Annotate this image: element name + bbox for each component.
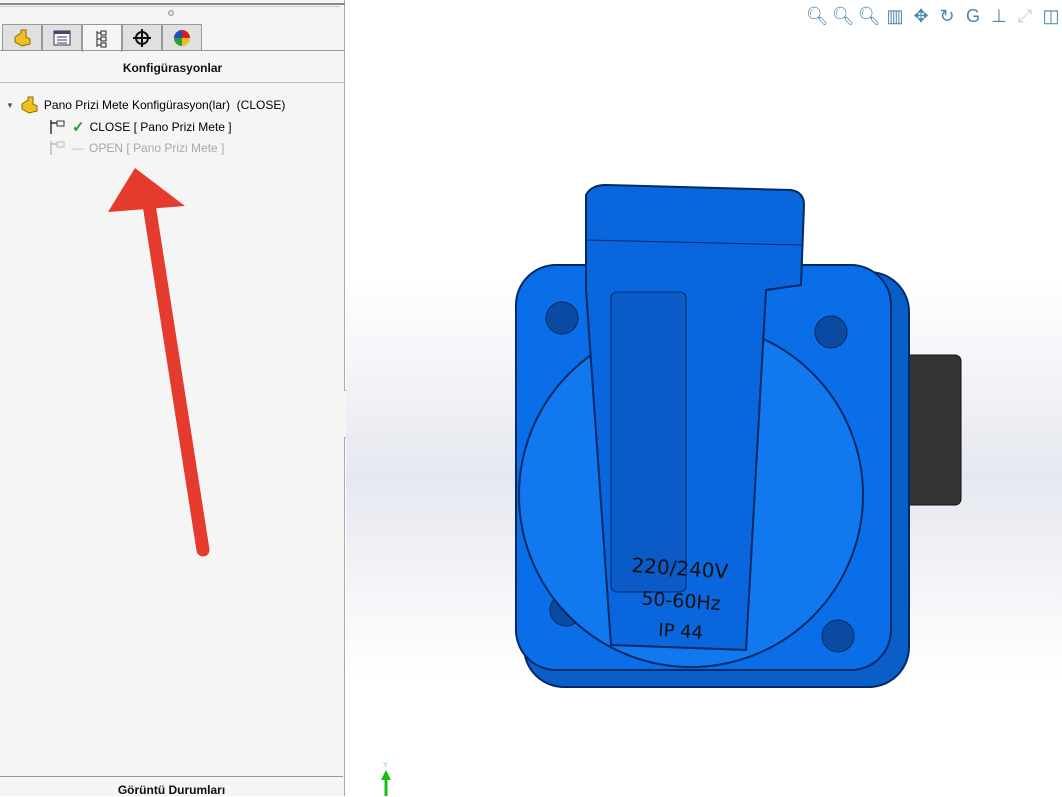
configuration-label: CLOSE [ Pano Prizi Mete ] [89, 120, 232, 134]
crosshair-icon [133, 28, 151, 47]
collapse-triangle-icon[interactable]: ▼ [6, 101, 14, 110]
panel-grip[interactable] [168, 10, 174, 16]
tree-root[interactable]: ▼ Pano Prizi Mete Konfigürasyon(lar) (CL… [6, 96, 285, 114]
panel-tabs [2, 24, 202, 52]
display-states-header: Görüntü Durumları [0, 776, 343, 797]
divider [0, 50, 345, 51]
part-icon [14, 29, 31, 47]
divider [0, 82, 345, 83]
y-axis-triad: Y [381, 762, 391, 796]
list-icon [53, 30, 71, 45]
tree-root-label: Pano Prizi Mete Konfigürasyon(lar) (CLOS… [43, 98, 286, 112]
configuration-item-close[interactable]: ✓ CLOSE [ Pano Prizi Mete ] [49, 118, 232, 136]
tab-display-manager[interactable] [162, 24, 202, 51]
tab-dimxpert-manager[interactable] [122, 24, 162, 51]
display-manager-icon [174, 29, 190, 46]
tab-feature-manager[interactable] [2, 24, 42, 51]
y-axis-label: Y [383, 762, 388, 769]
rating-ip: IP 44 [658, 620, 704, 644]
graphics-viewport[interactable]: 🔍︎ 🔍︎ 🔍︎ ▥ ✥ ↻ G ⊥ ⤢ ◫ 220/240V 50-60Hz … [346, 0, 1062, 796]
part-icon [21, 96, 38, 114]
socket-model: 220/240V 50-60Hz IP 44 Y [381, 183, 962, 796]
panel-title: Konfigürasyonlar [122, 61, 223, 75]
configuration-icon [50, 120, 65, 134]
tab-configuration-manager[interactable] [82, 24, 122, 52]
tab-property-manager[interactable] [42, 24, 82, 51]
configuration-tree-icon [96, 30, 107, 47]
active-check-icon: ✓ [72, 119, 85, 136]
configuration-manager-panel: Konfigürasyonlar ▼ Pano Prizi Mete Konfi… [0, 0, 345, 797]
annotation-arrow [108, 168, 210, 557]
divider [0, 6, 340, 7]
divider [0, 3, 345, 5]
